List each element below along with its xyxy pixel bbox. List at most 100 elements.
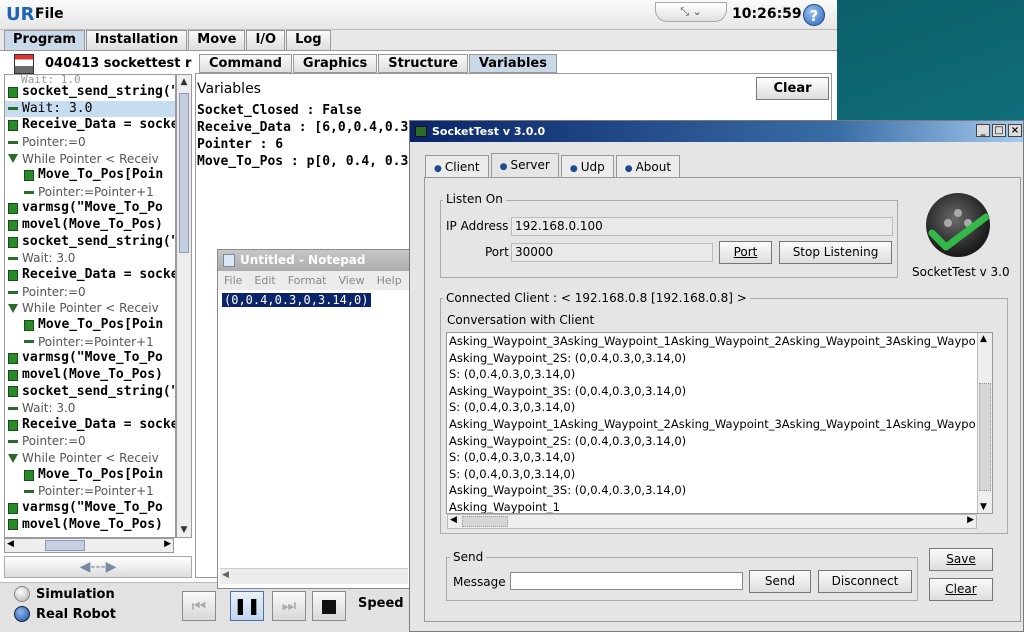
tree-node[interactable]: Wait: 3.0 — [5, 400, 175, 417]
notepad-menu-format[interactable]: Format — [288, 271, 327, 290]
pause-button[interactable]: ❚❚ — [230, 591, 264, 621]
scrollbar-thumb[interactable] — [179, 93, 189, 253]
tree-node[interactable]: Pointer:=0 — [5, 284, 175, 301]
minimize-icon[interactable]: _ — [976, 124, 990, 137]
notepad-menu-edit[interactable]: Edit — [254, 271, 275, 290]
tab-client[interactable]: ● Client — [425, 155, 489, 177]
scroll-down-icon[interactable]: ▼ — [980, 502, 987, 512]
conversation-horizontal-scrollbar[interactable]: ◀ ▶ — [447, 514, 977, 529]
simulation-radio-icon[interactable] — [14, 586, 30, 602]
stop-listening-button[interactable]: Stop Listening — [779, 241, 892, 264]
port-field[interactable]: 30000 — [511, 243, 713, 262]
clear-variables-button[interactable]: Clear — [756, 77, 829, 100]
save-program-icon[interactable] — [14, 54, 34, 74]
tree-node[interactable]: Move_To_Pos[Poin — [5, 467, 175, 484]
tree-node[interactable]: Move_To_Pos[Poin — [5, 317, 175, 334]
h-scrollbar-thumb[interactable] — [462, 516, 508, 527]
tab-about[interactable]: ● About — [615, 155, 681, 177]
tree-node[interactable]: Move_To_Pos[Poin — [5, 167, 175, 184]
ip-address-field[interactable]: 192.168.0.100 — [511, 217, 893, 236]
tree-node-label: Wait: 3.0 — [22, 100, 93, 116]
conversation-vertical-scrollbar[interactable]: ▲ ▼ — [977, 333, 992, 513]
real-robot-option[interactable]: Real Robot — [14, 606, 116, 622]
tree-node[interactable]: Receive_Data = socke — [5, 117, 175, 134]
scroll-right-icon[interactable]: ▶ — [164, 539, 171, 549]
tree-node[interactable]: While Pointer < Receiv — [5, 450, 175, 467]
tab-log[interactable]: Log — [286, 30, 331, 50]
clear-button[interactable]: Clear — [929, 578, 993, 601]
tree-node[interactable]: socket_send_string(". — [5, 84, 175, 101]
tree-node[interactable]: Pointer:=0 — [5, 433, 175, 450]
tree-node[interactable]: Wait: 1.0 — [5, 75, 175, 84]
tree-nav-arrows[interactable]: ◀---▶ — [4, 556, 192, 578]
tree-node[interactable]: varmsg("Move_To_Po — [5, 500, 175, 517]
tree-node[interactable]: Pointer:=0 — [5, 134, 175, 151]
scroll-right-icon[interactable]: ▶ — [967, 515, 974, 525]
step-button[interactable]: ⏭ — [272, 591, 306, 621]
tab-graphics[interactable]: Graphics — [292, 54, 378, 73]
tree-node[interactable]: Receive_Data = socke — [5, 267, 175, 284]
notepad-selected-text[interactable]: (0,0.4,0.3,0,3.14,0) — [222, 293, 371, 307]
window-controls-button[interactable]: ⤡ ⌄ — [655, 2, 727, 22]
tree-node[interactable]: While Pointer < Receiv — [5, 151, 175, 168]
message-input[interactable] — [510, 572, 743, 590]
tree-node[interactable]: Wait: 3.0 — [5, 250, 175, 267]
tree-node[interactable]: Pointer:=Pointer+1 — [5, 184, 175, 201]
tree-vertical-scrollbar[interactable]: ▲ ▼ — [176, 74, 192, 538]
notepad-menu-file[interactable]: File — [224, 271, 242, 290]
notepad-menu-view[interactable]: View — [339, 271, 365, 290]
tab-io[interactable]: I/O — [246, 30, 286, 50]
sockettest-titlebar[interactable]: SocketTest v 3.0.0 _ □ × — [410, 121, 1023, 142]
tree-node[interactable]: Receive_Data = socke — [5, 417, 175, 434]
real-robot-radio-icon[interactable] — [14, 606, 30, 622]
tree-node[interactable]: movel(Move_To_Pos) — [5, 517, 175, 534]
tree-node[interactable]: Wait: 3.0 — [5, 100, 175, 118]
tree-horizontal-scrollbar[interactable]: ◀ ▶ — [4, 538, 174, 553]
tree-node[interactable]: Pointer:=Pointer+1 — [5, 334, 175, 351]
scroll-up-icon[interactable]: ▲ — [980, 334, 987, 344]
scroll-up-icon[interactable]: ▲ — [177, 75, 191, 89]
conversation-textarea[interactable]: Asking_Waypoint_3Asking_Waypoint_1Asking… — [446, 332, 993, 514]
scrollbar-thumb[interactable] — [979, 383, 991, 491]
script-node-icon — [8, 386, 18, 398]
send-button[interactable]: Send — [749, 570, 811, 593]
tab-udp[interactable]: ● Udp — [560, 155, 614, 177]
h-scrollbar-thumb[interactable] — [45, 540, 85, 551]
program-tree[interactable]: Wait: 1.0 socket_send_string(". Wait: 3.0 R… — [4, 74, 176, 538]
scroll-left-icon[interactable]: ◀ — [450, 515, 457, 525]
scroll-down-icon[interactable]: ▼ — [177, 523, 191, 537]
tree-node[interactable]: While Pointer < Receiv — [5, 300, 175, 317]
tab-structure[interactable]: Structure — [378, 54, 468, 73]
help-icon[interactable]: ? — [803, 4, 825, 26]
tree-node[interactable]: Pointer:=Pointer+1 — [5, 483, 175, 500]
tree-node[interactable]: movel(Move_To_Pos) — [5, 367, 175, 384]
disconnect-button[interactable]: Disconnect — [818, 570, 912, 593]
speed-label: Speed — [358, 596, 404, 611]
maximize-icon[interactable]: □ — [992, 124, 1006, 137]
file-menu[interactable]: File — [35, 6, 64, 22]
tree-node[interactable]: varmsg("Move_To_Po — [5, 200, 175, 217]
tab-command[interactable]: Command — [199, 54, 292, 73]
scroll-left-icon[interactable]: ◀ — [222, 570, 229, 580]
rewind-button[interactable]: ⏮ — [182, 591, 216, 621]
tree-node[interactable]: socket_send_string(". — [5, 234, 175, 251]
tab-move[interactable]: Move — [188, 30, 246, 50]
tree-node-label: Receive_Data = socke — [22, 117, 176, 133]
port-button[interactable]: Port — [719, 241, 772, 264]
notepad-titlebar[interactable]: Untitled - Notepad — [218, 250, 410, 271]
simulation-option[interactable]: Simulation — [14, 586, 115, 602]
notepad-horizontal-scrollbar[interactable]: ◀ — [220, 568, 408, 584]
close-icon[interactable]: × — [1008, 124, 1022, 137]
notepad-menu-help[interactable]: Help — [377, 271, 402, 290]
stop-button[interactable] — [312, 591, 346, 621]
notepad-icon — [223, 254, 235, 267]
tab-program[interactable]: Program — [4, 30, 85, 50]
scroll-left-icon[interactable]: ◀ — [7, 539, 14, 549]
tree-node[interactable]: movel(Move_To_Pos) — [5, 217, 175, 234]
tab-variables[interactable]: Variables — [468, 54, 557, 73]
tab-server[interactable]: ● Server — [490, 153, 559, 177]
tree-node[interactable]: varmsg("Move_To_Po — [5, 350, 175, 367]
save-button[interactable]: Save — [929, 548, 993, 571]
tree-node[interactable]: socket_send_string(". — [5, 384, 175, 401]
tab-installation[interactable]: Installation — [85, 30, 188, 50]
